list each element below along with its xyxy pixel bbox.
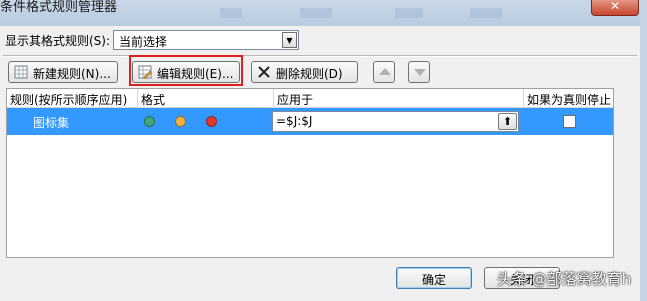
divider — [3, 55, 637, 57]
delete-rule-button[interactable]: 删除规则(D) — [251, 61, 358, 83]
yellow-circle-icon — [175, 116, 186, 127]
watermark: 头条 @部落窝教育h — [497, 270, 632, 288]
move-up-button[interactable] — [373, 61, 395, 83]
header-format: 格式 — [141, 93, 166, 107]
column-divider[interactable] — [137, 89, 138, 107]
show-rules-value: 当前选择 — [119, 35, 168, 49]
show-rules-dropdown[interactable]: 当前选择 ▼ — [113, 30, 299, 50]
highlight-box — [129, 55, 243, 86]
new-rule-button[interactable]: 新建规则(N)... — [8, 61, 118, 83]
header-rule: 规则(按所示顺序应用) — [10, 93, 128, 107]
table-row[interactable]: 图标集 =$J:$J ⬆ — [7, 108, 613, 135]
window-title: 条件格式规则管理器 — [0, 0, 118, 15]
background-ghost — [395, 8, 423, 18]
close-icon[interactable]: ✕ — [591, 0, 639, 16]
show-rules-label: 显示其格式规则(S): — [5, 34, 111, 48]
applies-to-field[interactable]: =$J:$J ⬆ — [272, 111, 519, 132]
red-circle-icon — [206, 116, 217, 127]
delete-icon — [258, 66, 270, 78]
dropdown-arrow-icon[interactable]: ▼ — [282, 32, 297, 48]
table-header: 规则(按所示顺序应用) 格式 应用于 如果为真则停止 — [7, 89, 613, 108]
background-ghost — [470, 8, 502, 18]
dialog-body: 显示其格式规则(S): 当前选择 ▼ 新建规则(N)... 编辑规则(E)...… — [0, 26, 641, 301]
background-ghost — [220, 8, 242, 18]
move-up-icon — [379, 68, 391, 75]
green-circle-icon — [144, 116, 155, 127]
move-down-button[interactable] — [408, 61, 430, 83]
stop-if-true-checkbox[interactable] — [563, 115, 576, 128]
background-ghost — [300, 8, 332, 18]
move-down-icon — [414, 69, 426, 76]
delete-rule-label: 删除规则(D) — [276, 67, 343, 81]
header-stop-if-true: 如果为真则停止 — [527, 93, 612, 107]
new-rule-icon — [14, 65, 28, 79]
rule-name: 图标集 — [33, 116, 70, 130]
window-frame — [640, 0, 647, 301]
collapse-range-icon[interactable]: ⬆ — [498, 113, 517, 130]
column-divider[interactable] — [273, 89, 274, 107]
new-rule-label: 新建规则(N)... — [33, 67, 111, 81]
ok-label: 确定 — [421, 273, 446, 287]
header-applies-to: 应用于 — [277, 93, 314, 107]
rules-table: 规则(按所示顺序应用) 格式 应用于 如果为真则停止 图标集 =$J:$J ⬆ — [6, 88, 614, 258]
title-bar: 条件格式规则管理器 ✕ — [0, 0, 647, 26]
column-divider[interactable] — [523, 89, 524, 107]
ok-button[interactable]: 确定 — [396, 267, 472, 289]
applies-to-value: =$J:$J — [276, 114, 313, 128]
